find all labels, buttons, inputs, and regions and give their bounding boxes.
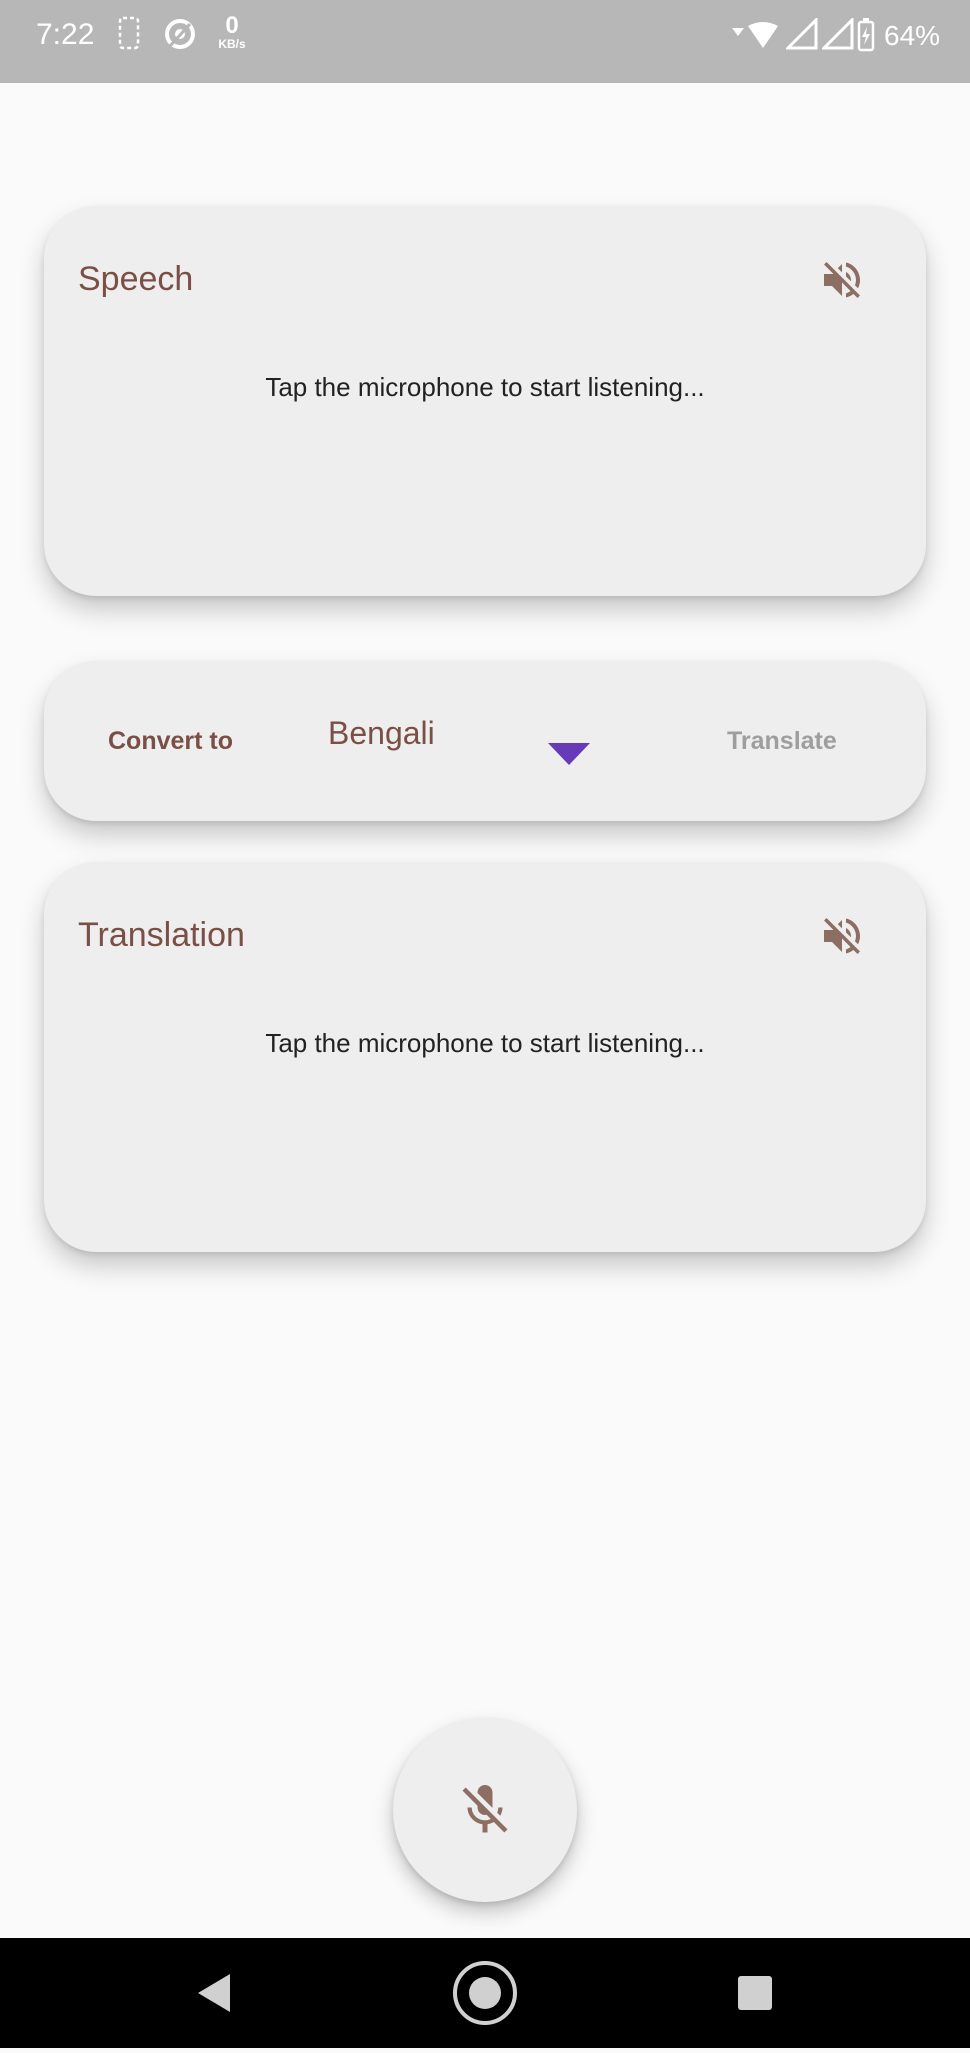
sim-card-icon: [118, 16, 140, 55]
convert-to-label: Convert to: [108, 727, 233, 755]
signal-icon: [784, 16, 818, 55]
back-icon: [198, 1974, 230, 2012]
recent-apps-button[interactable]: [695, 1938, 815, 2048]
network-speed: 0 KB/s: [218, 12, 246, 51]
dropdown-arrow-icon[interactable]: [548, 743, 590, 770]
speech-mute-button[interactable]: [818, 256, 866, 304]
volume-off-icon: [824, 262, 860, 298]
mic-off-icon: [462, 1785, 508, 1833]
home-button[interactable]: [425, 1938, 545, 2048]
translate-button[interactable]: Translate: [727, 727, 837, 756]
speech-card: Speech Tap the microphone to start liste…: [44, 206, 926, 596]
recent-apps-icon: [738, 1976, 772, 2010]
language-dropdown[interactable]: Bengali: [328, 715, 435, 752]
signal-icon: [820, 16, 854, 55]
status-bar: 7:22 0 KB/s 64%: [0, 0, 970, 83]
microphone-button[interactable]: [393, 1718, 577, 1902]
back-button[interactable]: [154, 1938, 274, 2048]
convert-bar: Convert to Bengali Translate: [44, 661, 926, 821]
battery-percent: 64%: [884, 20, 941, 51]
translation-mute-button[interactable]: [818, 912, 866, 960]
home-icon: [453, 1961, 517, 2025]
wifi-icon: [730, 22, 780, 55]
translation-text: Tap the microphone to start listening...: [265, 1028, 705, 1058]
battery-charging-icon: [856, 18, 876, 57]
speech-title: Speech: [78, 260, 194, 298]
translation-title: Translation: [78, 916, 245, 954]
volume-off-icon: [824, 918, 860, 954]
sync-icon: [162, 16, 198, 57]
navigation-bar: [0, 1938, 970, 2048]
status-time: 7:22: [36, 18, 95, 51]
speech-text: Tap the microphone to start listening...: [265, 372, 705, 402]
translation-card: Translation Tap the microphone to start …: [44, 862, 926, 1252]
